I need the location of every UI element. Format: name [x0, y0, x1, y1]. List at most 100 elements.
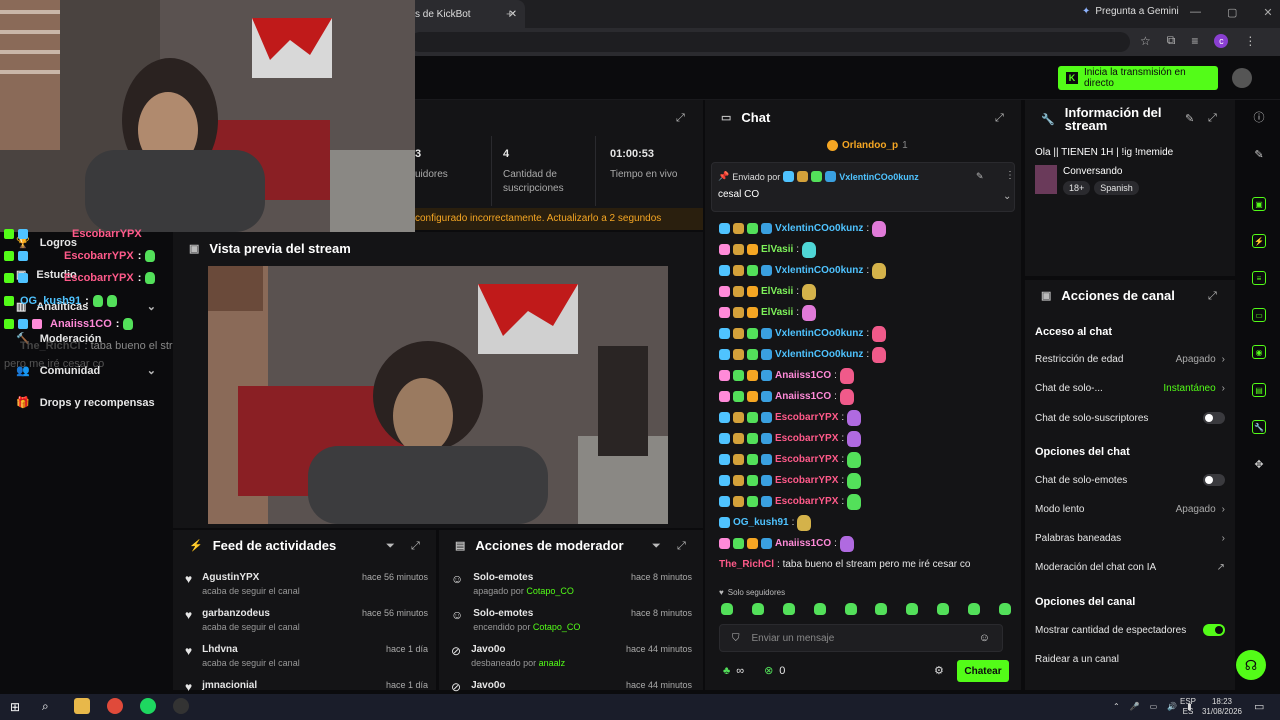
- chat-input[interactable]: ⛉ Enviar un mensaje ☺: [719, 624, 1003, 652]
- chat-username[interactable]: EscobarrYPX: [775, 454, 838, 465]
- chat-username[interactable]: VxlentinCOo0kunz: [775, 328, 863, 339]
- chat-username[interactable]: Anaiiss1CO: [775, 538, 831, 549]
- menu-icon[interactable]: ⋮: [1244, 34, 1256, 48]
- emote-icon[interactable]: [968, 603, 980, 615]
- age-restriction-row[interactable]: Restricción de edad Apagado ›: [1035, 354, 1225, 365]
- spotify-icon[interactable]: [140, 698, 156, 714]
- wrench-panel-icon[interactable]: 🔧: [1252, 420, 1266, 434]
- emote-icon[interactable]: [782, 603, 795, 615]
- mic-icon[interactable]: 🎤: [1130, 702, 1140, 711]
- emote-icon[interactable]: [875, 603, 888, 615]
- edit-icon[interactable]: ✎: [1185, 112, 1194, 125]
- close-window-icon[interactable]: ✕: [1263, 6, 1272, 19]
- feed-user[interactable]: AgustinYPX: [202, 572, 300, 583]
- notifications-icon[interactable]: ▭: [1254, 700, 1264, 713]
- mod-user[interactable]: Cotapo_CO: [533, 622, 581, 632]
- preview-video[interactable]: [208, 266, 668, 524]
- info-icon[interactable]: ⓘ: [1252, 111, 1266, 125]
- user-avatar[interactable]: [1232, 68, 1252, 88]
- raid-row[interactable]: Raidear a un canal: [1035, 654, 1225, 665]
- chat-username[interactable]: ElVasii: [761, 307, 793, 318]
- expand-icon[interactable]: ⤢: [995, 112, 1004, 125]
- expand-icon[interactable]: ⤢: [411, 540, 420, 553]
- search-icon[interactable]: ⌕: [42, 699, 49, 714]
- chat-username[interactable]: VxlentinCOo0kunz: [775, 349, 863, 360]
- add-panel-icon[interactable]: ✥: [1252, 458, 1266, 472]
- feed-user[interactable]: jmnacionial: [202, 680, 257, 691]
- chat-username[interactable]: ElVasii: [761, 244, 793, 255]
- feed-user[interactable]: garbanzodeus: [202, 608, 300, 619]
- feed-user[interactable]: Lhdvna: [202, 644, 300, 655]
- gemini-button[interactable]: ✦ Pregunta a Gemini: [1082, 6, 1179, 17]
- banned-words-row[interactable]: Palabras baneadas ›: [1035, 533, 1225, 544]
- chat-only-row[interactable]: Chat de solo-... Instantáneo ›: [1035, 383, 1225, 394]
- edit-icon[interactable]: ✎: [1252, 148, 1266, 162]
- minimize-icon[interactable]: —: [1190, 6, 1201, 19]
- language-indicator[interactable]: ESP ES: [1180, 697, 1196, 717]
- mod-user[interactable]: anaalz: [539, 658, 566, 668]
- chat-username[interactable]: ElVasii: [761, 286, 793, 297]
- windows-start-icon[interactable]: ⊞: [10, 700, 20, 714]
- kicks-icon[interactable]: ⊗: [764, 664, 773, 677]
- chrome-icon[interactable]: [107, 698, 123, 714]
- emoji-icon[interactable]: ☺: [979, 632, 990, 644]
- new-tab-icon[interactable]: +: [506, 6, 514, 21]
- settings-gear-icon[interactable]: ⚙: [934, 664, 944, 677]
- emote-icon[interactable]: [937, 603, 950, 615]
- expand-icon[interactable]: ⤢: [1208, 112, 1217, 125]
- ai-moderation-row[interactable]: Moderación del chat con IA ↗: [1035, 562, 1225, 573]
- expand-icon[interactable]: ⤢: [1208, 290, 1217, 303]
- unpin-icon[interactable]: ✎: [976, 171, 984, 182]
- network-icon[interactable]: ▭: [1150, 702, 1158, 711]
- chat-username[interactable]: The_RichCl: [719, 559, 774, 570]
- target-panel-icon[interactable]: ◉: [1252, 345, 1266, 359]
- url-field[interactable]: [410, 32, 1130, 52]
- bolt-panel-icon[interactable]: ⚡: [1252, 234, 1266, 248]
- chat-username[interactable]: Anaiiss1CO: [775, 391, 831, 402]
- mod-user[interactable]: Cotapo_CO: [526, 586, 574, 596]
- expand-icon[interactable]: ⤢: [676, 112, 685, 125]
- points-icon[interactable]: ♣: [723, 665, 730, 677]
- filter-icon[interactable]: ⏷: [652, 540, 661, 553]
- list-panel-icon[interactable]: ≡: [1252, 271, 1266, 285]
- chat-username[interactable]: Anaiiss1CO: [775, 370, 831, 381]
- clock[interactable]: 18:23 31/08/2026: [1200, 697, 1244, 717]
- chat-username[interactable]: EscobarrYPX: [775, 475, 838, 486]
- emote-icon[interactable]: [998, 603, 1011, 615]
- chevron-down-icon[interactable]: ⌄: [1003, 191, 1011, 202]
- show-viewers-toggle[interactable]: [1203, 624, 1225, 636]
- support-button[interactable]: ☊: [1236, 650, 1266, 680]
- category-name[interactable]: Conversando: [1063, 166, 1122, 177]
- maximize-icon[interactable]: ▢: [1227, 6, 1237, 19]
- profile-avatar[interactable]: c: [1214, 33, 1229, 48]
- emote-icon[interactable]: [813, 603, 826, 615]
- extensions-icon[interactable]: ⧉: [1167, 33, 1176, 48]
- media-icon[interactable]: ≡: [1191, 34, 1198, 48]
- chevron-up-icon[interactable]: ⌃: [1113, 702, 1120, 711]
- chat-username[interactable]: EscobarrYPX: [775, 433, 838, 444]
- emote-only-toggle[interactable]: [1203, 474, 1225, 486]
- obs-icon[interactable]: [173, 698, 189, 714]
- go-live-button[interactable]: K Inicia la transmisión en directo: [1058, 66, 1218, 90]
- send-chat-button[interactable]: Chatear: [957, 660, 1009, 682]
- volume-icon[interactable]: 🔊: [1167, 702, 1177, 711]
- emote-icon[interactable]: [751, 603, 764, 615]
- mod-action-name[interactable]: Javo0o: [471, 680, 505, 691]
- chat-username[interactable]: VxlentinCOo0kunz: [775, 265, 863, 276]
- chat-username[interactable]: EscobarrYPX: [775, 412, 838, 423]
- chat-username[interactable]: VxlentinCOo0kunz: [775, 223, 863, 234]
- expand-icon[interactable]: ⤢: [677, 540, 686, 553]
- video-panel-icon[interactable]: ▣: [1252, 197, 1266, 211]
- emote-icon[interactable]: [844, 603, 857, 615]
- channel-panel-icon[interactable]: ▤: [1252, 383, 1266, 397]
- file-explorer-icon[interactable]: [74, 698, 90, 714]
- filter-icon[interactable]: ⏷: [386, 540, 395, 553]
- subs-only-toggle[interactable]: [1203, 412, 1225, 424]
- emote-icon[interactable]: [906, 603, 919, 615]
- slow-mode-row[interactable]: Modo lento Apagado ›: [1035, 504, 1225, 515]
- top-user[interactable]: Orlandoo_p: [842, 140, 898, 151]
- star-icon[interactable]: ☆: [1140, 34, 1151, 48]
- category-thumbnail[interactable]: [1035, 165, 1057, 194]
- chat-panel-icon[interactable]: ▭: [1252, 308, 1266, 322]
- chat-username[interactable]: OG_kush91: [733, 517, 789, 528]
